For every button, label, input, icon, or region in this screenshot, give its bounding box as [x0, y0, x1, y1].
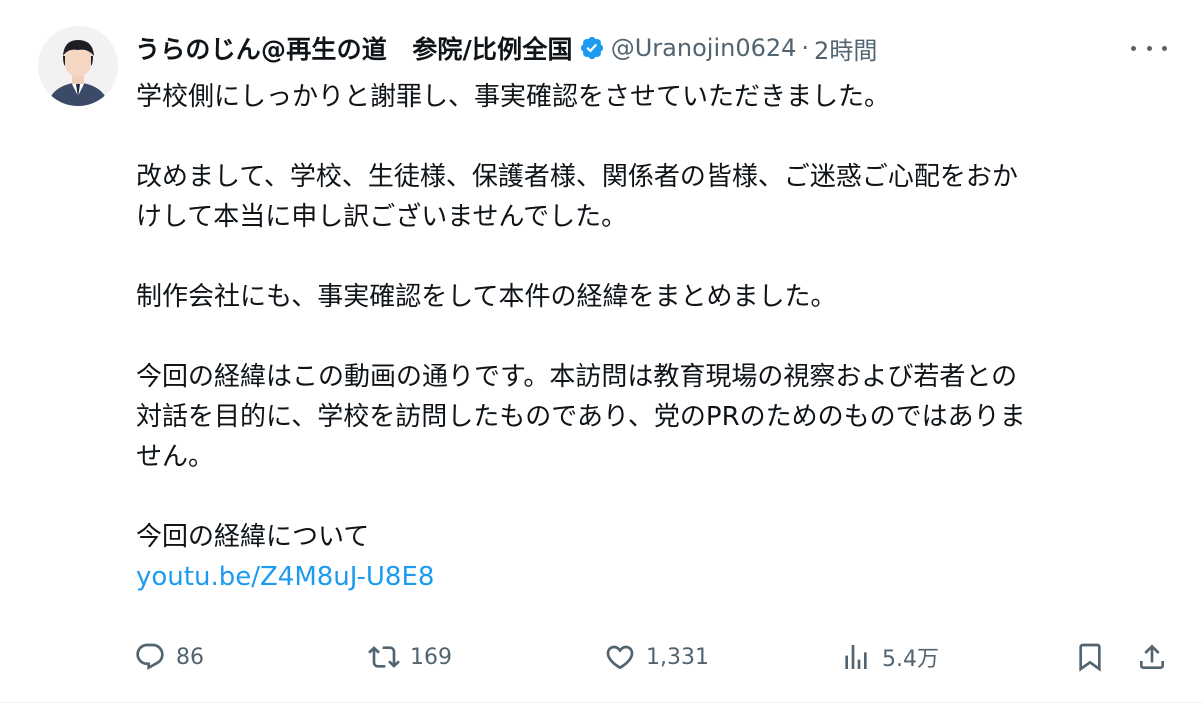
tweet-paragraph-2: 改めまして、学校、生徒様、保護者様、関係者の皆様、ご迷惑ご心配をおか けして本当…	[136, 162, 1018, 232]
more-icon[interactable]	[1131, 34, 1167, 62]
bookmark-button[interactable]	[1074, 632, 1106, 682]
like-button[interactable]: 1,331	[604, 632, 709, 682]
reply-icon	[134, 641, 166, 673]
reply-count: 86	[176, 644, 204, 670]
tweet-paragraph-5: 今回の経緯について	[136, 522, 370, 552]
tweet-header: うらのじん@再生の道 参院/比例全国 @Uranojin0624 · 2時間	[135, 28, 877, 68]
views-count: 5.4万	[882, 647, 939, 672]
share-icon	[1136, 641, 1168, 673]
user-handle[interactable]: @Uranojin0624	[611, 34, 797, 62]
share-button[interactable]	[1136, 632, 1168, 682]
like-count: 1,331	[646, 644, 709, 670]
avatar[interactable]	[38, 26, 118, 106]
display-name[interactable]: うらのじん@再生の道 参院/比例全国	[135, 30, 573, 66]
youtube-link[interactable]: youtu.be/Z4M8uJ-U8E8	[136, 562, 434, 592]
verified-badge-icon	[579, 35, 605, 61]
repost-icon	[368, 641, 400, 673]
tweet-paragraph-1: 学校側にしっかりと謝罪し、事実確認をさせていただきました。	[136, 82, 891, 112]
separator-dot: ·	[801, 34, 810, 62]
tweet-card: うらのじん@再生の道 参院/比例全国 @Uranojin0624 · 2時間 学…	[0, 0, 1203, 703]
action-bar: 86 169 1,331 5.4万	[0, 632, 1203, 682]
repost-button[interactable]: 169	[368, 632, 452, 682]
repost-count: 169	[410, 644, 452, 670]
tweet-paragraph-4: 今回の経緯はこの動画の通りです。本訪問は教育現場の視察および若者との 対話を目的…	[136, 362, 1026, 472]
heart-icon	[604, 641, 636, 673]
tweet-text: 学校側にしっかりと謝罪し、事実確認をさせていただきました。 改めまして、学校、生…	[136, 77, 1176, 597]
bookmark-icon	[1074, 641, 1106, 673]
tweet-paragraph-3: 制作会社にも、事実確認をして本件の経緯をまとめました。	[136, 282, 837, 312]
timestamp[interactable]: 2時間	[814, 31, 877, 66]
views-button[interactable]: 5.4万	[840, 632, 939, 682]
views-chart-icon	[840, 641, 872, 673]
reply-button[interactable]: 86	[134, 632, 204, 682]
